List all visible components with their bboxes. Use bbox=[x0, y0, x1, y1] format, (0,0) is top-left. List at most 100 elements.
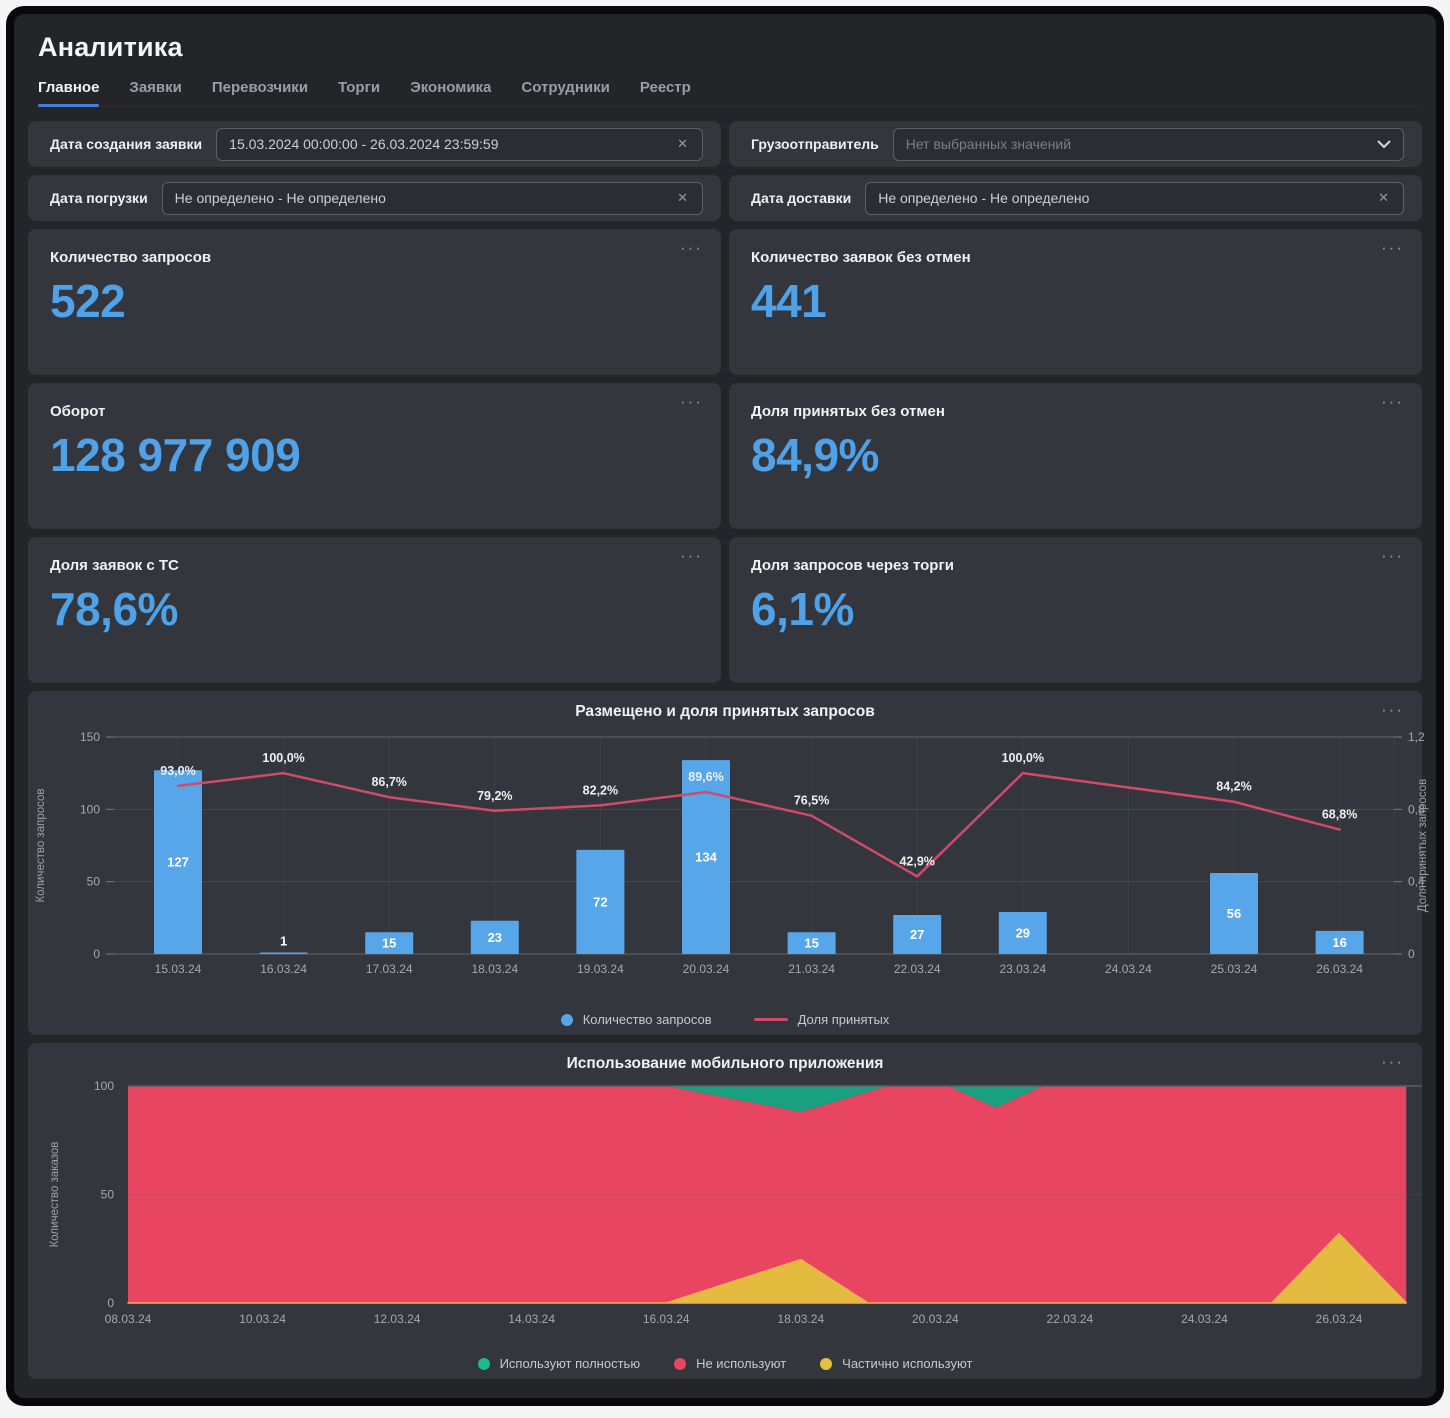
kpi-orders-with-vehicle: ··· Доля заявок с ТС 78,6% bbox=[28, 537, 721, 683]
chart-mobile-app-usage: ··· Использование мобильного приложения … bbox=[28, 1043, 1422, 1379]
tab-glavnoe[interactable]: Главное bbox=[38, 79, 99, 106]
svg-text:27: 27 bbox=[910, 927, 924, 942]
svg-text:20.03.24: 20.03.24 bbox=[912, 1312, 959, 1326]
kpi-requests-count: ··· Количество запросов 522 bbox=[28, 229, 721, 375]
tab-sotrudniki[interactable]: Сотрудники bbox=[521, 79, 609, 106]
kpi-value: 441 bbox=[751, 274, 1400, 328]
chart-title: Использование мобильного приложения bbox=[28, 1043, 1422, 1073]
more-menu-icon[interactable]: ··· bbox=[678, 237, 705, 258]
svg-text:50: 50 bbox=[87, 875, 101, 889]
shipper-placeholder: Нет выбранных значений bbox=[906, 136, 1071, 152]
clear-icon[interactable]: ✕ bbox=[1376, 190, 1391, 206]
filter-loading-date: Дата погрузки Не определено - Не определ… bbox=[28, 175, 721, 221]
tab-zayavki[interactable]: Заявки bbox=[129, 79, 181, 106]
svg-text:15.03.24: 15.03.24 bbox=[155, 962, 202, 976]
legend-item-no-use[interactable]: Не используют bbox=[674, 1356, 786, 1371]
delivery-date-label: Дата доставки bbox=[751, 190, 851, 206]
svg-text:0: 0 bbox=[107, 1296, 114, 1310]
svg-text:82,2%: 82,2% bbox=[583, 783, 618, 797]
filters-section: Дата создания заявки 15.03.2024 00:00:00… bbox=[28, 121, 1422, 221]
more-menu-icon[interactable]: ··· bbox=[678, 391, 705, 412]
svg-text:0: 0 bbox=[1408, 947, 1415, 961]
app-window: Аналитика Главное Заявки Перевозчики Тор… bbox=[6, 6, 1444, 1406]
clear-icon[interactable]: ✕ bbox=[675, 190, 690, 206]
chevron-down-icon[interactable] bbox=[1377, 140, 1391, 149]
svg-text:16.03.24: 16.03.24 bbox=[643, 1312, 690, 1326]
loading-date-input[interactable]: Не определено - Не определено ✕ bbox=[162, 182, 703, 215]
creation-date-value: 15.03.2024 00:00:00 - 26.03.2024 23:59:5… bbox=[229, 136, 498, 152]
svg-text:93,0%: 93,0% bbox=[160, 764, 195, 778]
kpi-value: 78,6% bbox=[50, 582, 699, 636]
svg-text:24.03.24: 24.03.24 bbox=[1181, 1312, 1228, 1326]
svg-text:12.03.24: 12.03.24 bbox=[374, 1312, 421, 1326]
kpi-section: ··· Количество запросов 522 ··· Количест… bbox=[28, 229, 1422, 683]
svg-text:89,6%: 89,6% bbox=[688, 770, 723, 784]
area-chart-plot[interactable]: 05010008.03.2410.03.2412.03.2414.03.2416… bbox=[28, 1073, 1422, 1358]
filter-creation-date: Дата создания заявки 15.03.2024 00:00:00… bbox=[28, 121, 721, 167]
clear-icon[interactable]: ✕ bbox=[675, 136, 690, 152]
bar-line-chart-plot[interactable]: 15.03.24 16.03.24 17.03.24 18.03.24 19.03.24… bbox=[28, 721, 1422, 998]
svg-text:22.03.24: 22.03.24 bbox=[894, 962, 941, 976]
svg-text:76,5%: 76,5% bbox=[794, 794, 829, 808]
more-menu-icon[interactable]: ··· bbox=[1379, 545, 1406, 566]
legend-dot-icon bbox=[561, 1014, 573, 1026]
delivery-date-input[interactable]: Не определено - Не определено ✕ bbox=[865, 182, 1404, 215]
svg-text:26.03.24: 26.03.24 bbox=[1316, 1312, 1363, 1326]
tab-perevozchiki[interactable]: Перевозчики bbox=[212, 79, 308, 106]
svg-text:19.03.24: 19.03.24 bbox=[577, 962, 624, 976]
shipper-select[interactable]: Нет выбранных значений bbox=[893, 128, 1404, 161]
svg-text:17.03.24: 17.03.24 bbox=[366, 962, 413, 976]
more-menu-icon[interactable]: ··· bbox=[678, 545, 705, 566]
chart-placed-vs-accepted: ··· Размещено и доля принятых запросов 1… bbox=[28, 691, 1422, 1035]
legend-dot-icon bbox=[478, 1358, 490, 1370]
more-menu-icon[interactable]: ··· bbox=[1379, 391, 1406, 412]
creation-date-input[interactable]: 15.03.2024 00:00:00 - 26.03.2024 23:59:5… bbox=[216, 128, 703, 161]
svg-text:10.03.24: 10.03.24 bbox=[239, 1312, 286, 1326]
svg-text:Доля принятых запросов: Доля принятых запросов bbox=[1417, 779, 1429, 912]
legend-item-requests[interactable]: Количество запросов bbox=[561, 1012, 712, 1027]
kpi-label: Количество заявок без отмен bbox=[751, 249, 1400, 266]
svg-text:72: 72 bbox=[593, 894, 607, 909]
kpi-auction-share: ··· Доля запросов через торги 6,1% bbox=[729, 537, 1422, 683]
kpi-label: Количество запросов bbox=[50, 249, 699, 266]
legend-item-full-use[interactable]: Используют полностью bbox=[478, 1356, 641, 1371]
svg-text:56: 56 bbox=[1227, 906, 1241, 921]
legend-line-icon bbox=[754, 1018, 788, 1021]
tab-ekonomika[interactable]: Экономика bbox=[410, 79, 491, 106]
tab-reestr[interactable]: Реестр bbox=[640, 79, 691, 106]
tab-torgi[interactable]: Торги bbox=[338, 79, 380, 106]
svg-text:18.03.24: 18.03.24 bbox=[777, 1312, 824, 1326]
more-menu-icon[interactable]: ··· bbox=[1379, 699, 1406, 720]
svg-text:15: 15 bbox=[382, 936, 396, 951]
kpi-label: Доля принятых без отмен bbox=[751, 403, 1400, 420]
legend-item-partial-use[interactable]: Частично используют bbox=[820, 1356, 972, 1371]
kpi-label: Доля заявок с ТС bbox=[50, 557, 699, 574]
kpi-label: Доля запросов через торги bbox=[751, 557, 1400, 574]
svg-text:150: 150 bbox=[80, 730, 100, 744]
chart-title: Размещено и доля принятых запросов bbox=[28, 691, 1422, 721]
svg-text:100,0%: 100,0% bbox=[1002, 751, 1044, 765]
svg-text:16.03.24: 16.03.24 bbox=[260, 962, 307, 976]
svg-text:1,2: 1,2 bbox=[1408, 730, 1425, 744]
legend-dot-icon bbox=[674, 1358, 686, 1370]
legend-label: Количество запросов bbox=[583, 1012, 712, 1027]
chart2-legend: Используют полностью Не используют Части… bbox=[28, 1356, 1422, 1371]
svg-text:21.03.24: 21.03.24 bbox=[788, 962, 835, 976]
kpi-value: 6,1% bbox=[751, 582, 1400, 636]
svg-text:0: 0 bbox=[93, 947, 100, 961]
legend-label: Не используют bbox=[696, 1356, 786, 1371]
legend-item-accepted-share[interactable]: Доля принятых bbox=[754, 1012, 890, 1027]
more-menu-icon[interactable]: ··· bbox=[1379, 237, 1406, 258]
delivery-date-value: Не определено - Не определено bbox=[878, 190, 1089, 206]
svg-text:29: 29 bbox=[1016, 926, 1030, 941]
svg-text:08.03.24: 08.03.24 bbox=[105, 1312, 152, 1326]
svg-text:79,2%: 79,2% bbox=[477, 789, 512, 803]
svg-text:22.03.24: 22.03.24 bbox=[1047, 1312, 1094, 1326]
svg-text:84,2%: 84,2% bbox=[1216, 780, 1251, 794]
svg-text:Количество запросов: Количество запросов bbox=[35, 788, 47, 902]
svg-text:Количество заказов: Количество заказов bbox=[49, 1142, 61, 1248]
svg-text:18.03.24: 18.03.24 bbox=[471, 962, 518, 976]
more-menu-icon[interactable]: ··· bbox=[1379, 1051, 1406, 1072]
kpi-value: 128 977 909 bbox=[50, 428, 699, 482]
svg-text:25.03.24: 25.03.24 bbox=[1211, 962, 1258, 976]
